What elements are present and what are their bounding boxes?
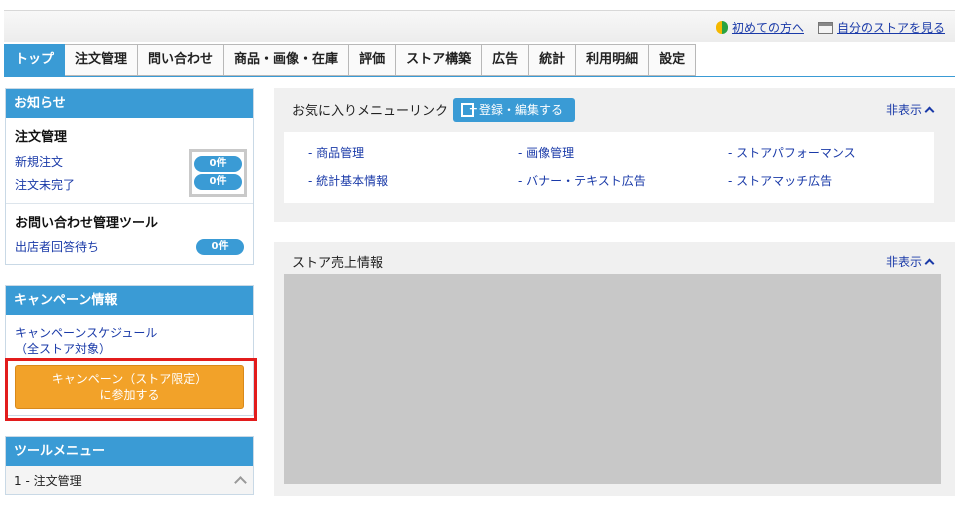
tab-statistics[interactable]: 統計: [529, 44, 577, 76]
order-section-title: 注文管理: [15, 130, 68, 145]
favorite-link-storematch-ads[interactable]: - ストアマッチ広告: [728, 172, 832, 189]
beginner-guide-label: 初めての方へ: [731, 21, 804, 35]
sales-hide-toggle[interactable]: 非表示: [885, 253, 935, 270]
favorite-menu-title: お気に入りメニューリンク: [292, 104, 449, 119]
favorite-link-banner-text-ads[interactable]: - バナー・テキスト広告: [518, 172, 646, 189]
view-my-store-link[interactable]: 自分のストアを見る: [817, 19, 945, 36]
campaign-schedule-line2: （全ストア対象）: [15, 342, 112, 356]
favorite-link-product-management[interactable]: - 商品管理: [308, 144, 364, 161]
store-sales-panel: ストア売上情報 非表示: [274, 242, 955, 496]
order-notice-section: 注文管理 新規注文 注文未完了 0件 0件: [6, 118, 253, 204]
caret-up-icon: [924, 258, 935, 269]
tab-inquiries[interactable]: 問い合わせ: [138, 44, 225, 76]
header-links: 初めての方へ 自分のストアを見る: [715, 19, 945, 36]
tool-menu-item-order-management[interactable]: 1 - 注文管理: [6, 466, 253, 494]
notices-title: お知らせ: [6, 89, 253, 118]
campaign-schedule-link[interactable]: キャンペーンスケジュール （全ストア対象）: [15, 325, 244, 357]
campaign-schedule-line1: キャンペーンスケジュール: [15, 326, 158, 340]
register-edit-label: 登録・編集する: [479, 103, 564, 117]
tab-advertising[interactable]: 広告: [482, 44, 530, 76]
order-count-badges: 0件 0件: [189, 149, 247, 197]
inquiry-section-title: お問い合わせ管理ツール: [15, 216, 159, 231]
tool-menu-item-label: 1 - 注文管理: [14, 473, 82, 488]
awaiting-reply-link[interactable]: 出店者回答待ち: [15, 238, 99, 255]
add-edit-icon: [461, 97, 478, 121]
beginner-guide-link[interactable]: 初めての方へ: [715, 19, 804, 36]
register-edit-button[interactable]: 登録・編集する: [453, 97, 576, 122]
store-view-icon: [817, 21, 833, 34]
new-orders-link[interactable]: 新規注文: [15, 153, 63, 170]
notices-panel: お知らせ 注文管理 新規注文 注文未完了 0件 0件 お問い合わせ管理ツール 出…: [5, 88, 254, 265]
campaign-links: キャンペーンスケジュール （全ストア対象）: [6, 315, 253, 359]
chevron-up-icon[interactable]: [234, 475, 247, 489]
beginner-leaf-icon: [715, 21, 728, 34]
tab-order-management[interactable]: 注文管理: [65, 44, 139, 76]
campaign-highlight-box: [5, 358, 257, 421]
caret-up-icon: [924, 106, 935, 117]
store-sales-title: ストア売上情報: [292, 256, 384, 271]
favorite-menu-panel: お気に入りメニューリンク 登録・編集する 非表示 - 商品管理 - 画像管理 -…: [274, 88, 955, 222]
sales-chart-placeholder: [284, 274, 941, 484]
sales-hide-label: 非表示: [885, 255, 922, 269]
favorites-hide-label: 非表示: [885, 103, 922, 117]
top-header-bar: 初めての方へ 自分のストアを見る: [4, 10, 955, 42]
campaign-title: キャンペーン情報: [6, 286, 253, 315]
incomplete-orders-count-badge[interactable]: 0件: [194, 174, 242, 190]
left-sidebar: お知らせ 注文管理 新規注文 注文未完了 0件 0件 お問い合わせ管理ツール 出…: [5, 88, 257, 505]
tool-menu-title: ツールメニュー: [6, 437, 253, 466]
inquiry-notice-section: お問い合わせ管理ツール 出店者回答待ち 0件: [6, 204, 253, 264]
tab-settings[interactable]: 設定: [649, 44, 697, 76]
incomplete-orders-link[interactable]: 注文未完了: [15, 176, 75, 193]
view-my-store-label: 自分のストアを見る: [836, 21, 945, 35]
favorites-hide-toggle[interactable]: 非表示: [885, 101, 935, 118]
favorite-links-box: - 商品管理 - 画像管理 - ストアパフォーマンス - 統計基本情報 - バナ…: [284, 132, 934, 203]
tab-reviews[interactable]: 評価: [349, 44, 397, 76]
tab-top[interactable]: トップ: [4, 44, 66, 76]
awaiting-reply-count-badge[interactable]: 0件: [196, 238, 244, 255]
favorite-link-image-management[interactable]: - 画像管理: [518, 144, 574, 161]
tool-menu-panel: ツールメニュー 1 - 注文管理: [5, 436, 254, 495]
tab-products-images-stock[interactable]: 商品・画像・在庫: [224, 44, 350, 76]
tab-underline: [4, 76, 955, 77]
tab-store-building[interactable]: ストア構築: [396, 44, 483, 76]
favorite-link-basic-statistics[interactable]: - 統計基本情報: [308, 172, 388, 189]
main-nav-tabs: トップ 注文管理 問い合わせ 商品・画像・在庫 評価 ストア構築 広告 統計 利…: [4, 44, 697, 76]
favorite-link-store-performance[interactable]: - ストアパフォーマンス: [728, 144, 856, 161]
new-orders-count-badge[interactable]: 0件: [194, 156, 242, 172]
tab-billing-details[interactable]: 利用明細: [576, 44, 650, 76]
